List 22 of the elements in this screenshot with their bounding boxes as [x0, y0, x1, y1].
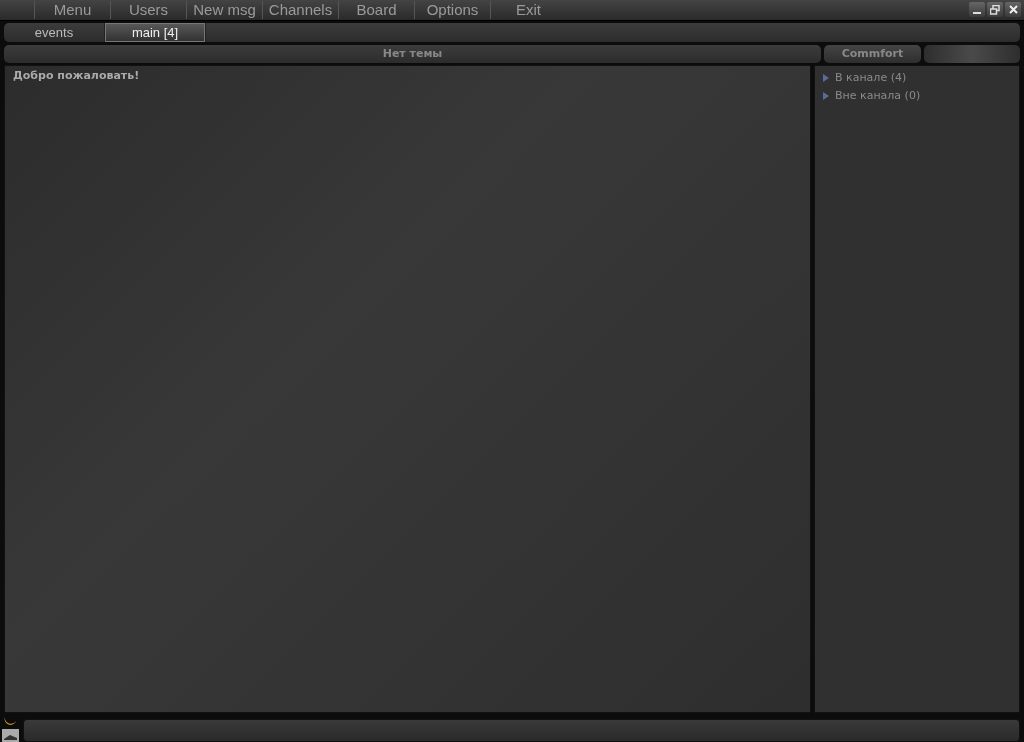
user-group[interactable]: В канале (4)	[835, 71, 907, 85]
menu-item[interactable]: Users	[110, 1, 186, 19]
sidebar-title: Commfort	[824, 44, 921, 63]
close-button[interactable]	[1005, 2, 1021, 18]
image-icon[interactable]	[1, 729, 19, 742]
triangle-icon[interactable]	[823, 73, 829, 82]
message-input[interactable]	[23, 719, 1020, 742]
minimize-button[interactable]	[969, 2, 985, 18]
topic-bar: Нет темы	[4, 44, 821, 63]
triangle-icon[interactable]	[823, 91, 829, 100]
close-icon	[1008, 5, 1018, 15]
menu-item[interactable]: Menu	[34, 1, 110, 19]
menu-item[interactable]: Options	[414, 1, 490, 19]
channel-tab[interactable]: main [4]	[105, 22, 206, 42]
chat-message: Добро пожаловать!	[13, 68, 141, 82]
menu-item[interactable]: New msg	[186, 1, 262, 19]
restore-icon	[990, 5, 1000, 15]
restore-button[interactable]	[987, 2, 1003, 18]
menu-item[interactable]: Exit	[490, 1, 566, 19]
menu-item[interactable]: Board	[338, 1, 414, 19]
menu-item[interactable]: Channels	[262, 1, 338, 19]
user-group[interactable]: Вне канала (0)	[835, 89, 921, 103]
